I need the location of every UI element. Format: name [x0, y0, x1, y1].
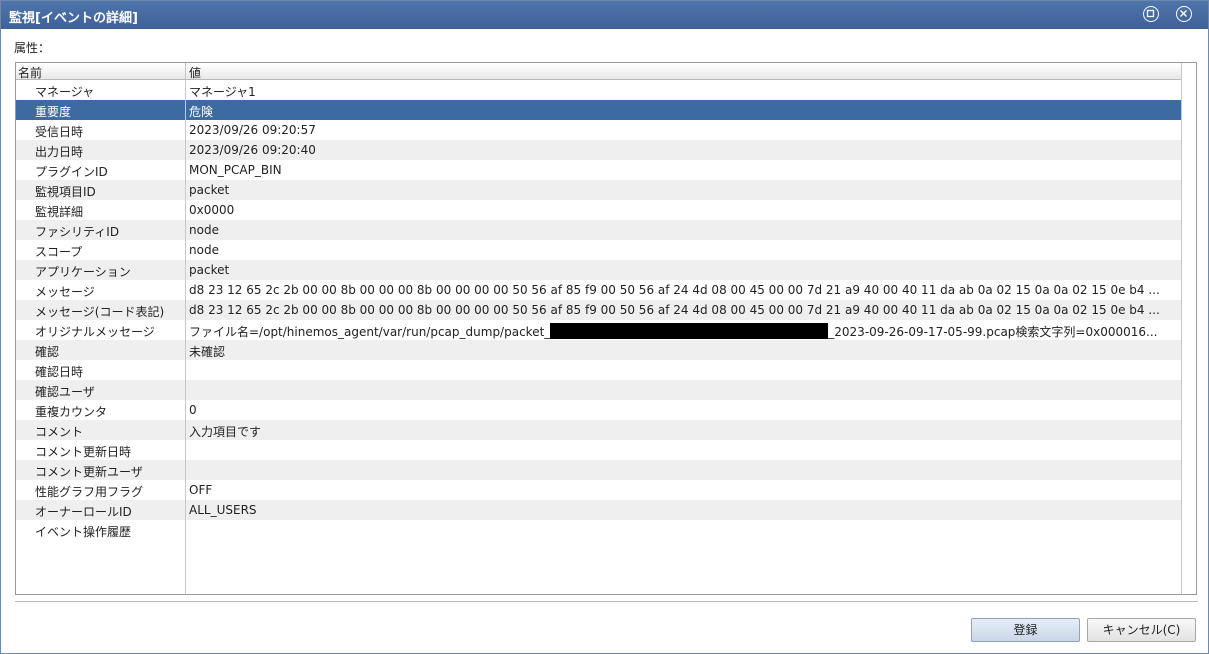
redacted-block: [550, 323, 829, 339]
row-value: マネージャ1: [189, 85, 256, 99]
table-row[interactable]: スコープ node: [16, 240, 1181, 260]
table-row[interactable]: イベント操作履歴: [16, 520, 1181, 540]
row-name: メッセージ: [35, 285, 95, 299]
table-row[interactable]: 受信日時 2023/09/26 09:20:57: [16, 120, 1181, 140]
vertical-scrollbar[interactable]: [1181, 63, 1196, 594]
row-value: 入力項目です: [189, 425, 262, 439]
row-name: コメント: [35, 425, 84, 439]
row-name: 重複カウンタ: [35, 405, 108, 419]
table-row[interactable]: 確認日時: [16, 360, 1181, 380]
row-value: d8 23 12 65 2c 2b 00 00 8b 00 00 00 8b 0…: [189, 283, 1160, 297]
row-name: 確認ユーザ: [35, 385, 95, 399]
event-detail-dialog: 監視[イベントの詳細] 属性： 名前 値 マネージャ マネージャ1 重要度 危険 受信日…: [0, 0, 1209, 654]
row-name: 確認日時: [35, 365, 84, 379]
register-button[interactable]: 登録: [971, 618, 1080, 642]
column-header-value[interactable]: 値: [189, 64, 201, 81]
row-value-prefix: ファイル名=/opt/hinemos_agent/var/run/pcap_du…: [189, 325, 551, 339]
row-value: packet: [189, 263, 230, 277]
row-value: ALL_USERS: [189, 503, 257, 517]
attributes-label: 属性：: [14, 41, 51, 55]
title-bar[interactable]: 監視[イベントの詳細]: [1, 1, 1208, 29]
table-row[interactable]: オーナーロールID ALL_USERS: [16, 500, 1181, 520]
row-value: 0x0000: [189, 203, 235, 217]
close-icon[interactable]: [1176, 6, 1192, 22]
row-value: 未確認: [189, 345, 226, 359]
table-row[interactable]: コメント更新ユーザ: [16, 460, 1181, 480]
row-value: packet: [189, 183, 230, 197]
row-name: ファシリティID: [35, 225, 120, 239]
table-row[interactable]: オリジナルメッセージ ファイル名=/opt/hinemos_agent/var/r…: [16, 320, 1181, 340]
row-value: 2023/09/26 09:20:57: [189, 123, 316, 137]
column-header-name[interactable]: 名前: [18, 64, 42, 81]
row-value: ファイル名=/opt/hinemos_agent/var/run/pcap_du…: [189, 323, 1179, 340]
attributes-table: 名前 値 マネージャ マネージャ1 重要度 危険受信日時 2023/09/26 09:2…: [15, 62, 1197, 595]
table-row[interactable]: 確認 未確認: [16, 340, 1181, 360]
column-divider-line: [185, 80, 186, 594]
table-row[interactable]: マネージャ マネージャ1: [16, 80, 1181, 100]
row-name: 出力日時: [35, 145, 84, 159]
row-name: コメント更新ユーザ: [35, 465, 143, 479]
column-divider[interactable]: [185, 63, 186, 79]
table-row[interactable]: 性能グラフ用フラグ OFF: [16, 480, 1181, 500]
row-name: 重要度: [35, 105, 72, 119]
row-value: 2023/09/26 09:20:40: [189, 143, 316, 157]
row-name: 監視詳細: [35, 205, 84, 219]
row-name: 監視項目ID: [35, 185, 96, 199]
row-name: スコープ: [35, 245, 83, 259]
table-header: 名前 値: [16, 63, 1196, 80]
row-value: node: [189, 243, 219, 257]
row-value: 危険: [189, 105, 214, 119]
row-value-suffix: _2023-09-26-09-17-05-99.pcap検索文字列=0x0000…: [828, 325, 1158, 339]
cancel-button[interactable]: キャンセル(C): [1087, 618, 1196, 642]
table-row[interactable]: プラグインID MON_PCAP_BIN: [16, 160, 1181, 180]
row-name: マネージャ: [35, 85, 95, 99]
row-name: メッセージ(コード表記): [35, 305, 165, 319]
table-row[interactable]: ファシリティID node: [16, 220, 1181, 240]
separator: [15, 601, 1198, 602]
window-title: 監視[イベントの詳細]: [9, 11, 138, 26]
row-name: 性能グラフ用フラグ: [35, 485, 144, 499]
row-name: オリジナルメッセージ: [35, 325, 155, 339]
row-value: 0: [189, 403, 197, 417]
table-row[interactable]: 重複カウンタ 0: [16, 400, 1181, 420]
row-value: MON_PCAP_BIN: [189, 163, 282, 177]
table-body: マネージャ マネージャ1 重要度 危険受信日時 2023/09/26 09:20:57 出…: [16, 80, 1181, 540]
row-name: オーナーロールID: [35, 505, 132, 519]
table-row[interactable]: メッセージ d8 23 12 65 2c 2b 00 00 8b 00 00 00…: [16, 280, 1181, 300]
table-row[interactable]: アプリケーション packet: [16, 260, 1181, 280]
table-row[interactable]: 出力日時 2023/09/26 09:20:40: [16, 140, 1181, 160]
table-row[interactable]: 重要度 危険: [16, 100, 1181, 120]
row-name: アプリケーション: [35, 265, 131, 279]
row-name: 受信日時: [35, 125, 84, 139]
row-value: node: [189, 223, 219, 237]
table-row[interactable]: 確認ユーザ: [16, 380, 1181, 400]
table-row[interactable]: 監視項目ID packet: [16, 180, 1181, 200]
table-row[interactable]: コメント更新日時: [16, 440, 1181, 460]
table-row[interactable]: コメント 入力項目です: [16, 420, 1181, 440]
row-name: プラグインID: [35, 165, 108, 179]
row-name: 確認: [35, 345, 60, 359]
row-value: OFF: [189, 483, 213, 497]
row-name: コメント更新日時: [35, 445, 132, 459]
table-row[interactable]: メッセージ(コード表記) d8 23 12 65 2c 2b 00 00 8b 0…: [16, 300, 1181, 320]
row-value: d8 23 12 65 2c 2b 00 00 8b 00 00 00 8b 0…: [189, 303, 1160, 317]
row-name: イベント操作履歴: [35, 525, 132, 539]
maximize-icon[interactable]: [1143, 6, 1159, 22]
table-row[interactable]: 監視詳細 0x0000: [16, 200, 1181, 220]
